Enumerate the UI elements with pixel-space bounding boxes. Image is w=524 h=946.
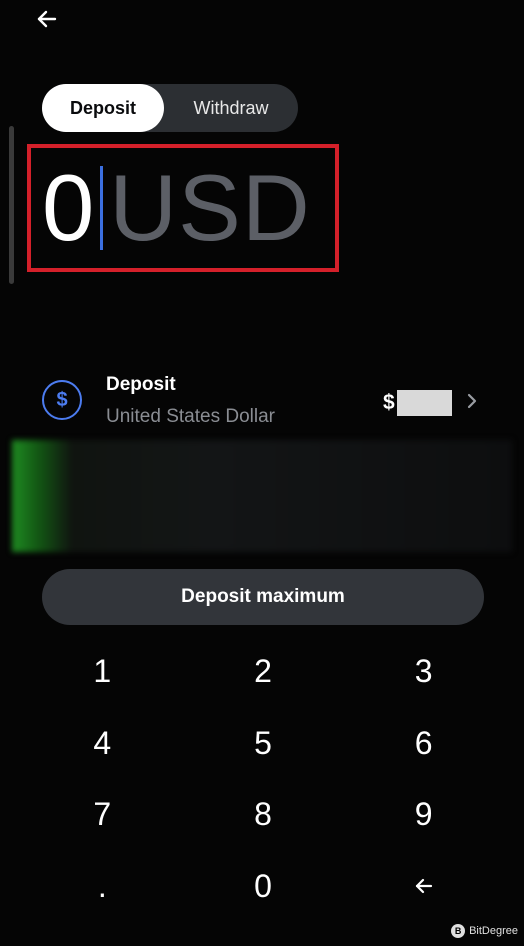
scroll-edge-indicator	[9, 126, 14, 284]
chevron-right-icon	[467, 393, 477, 409]
key-0[interactable]: 0	[183, 851, 344, 923]
key-6[interactable]: 6	[343, 708, 504, 780]
key-4[interactable]: 4	[22, 708, 183, 780]
key-9[interactable]: 9	[343, 779, 504, 851]
amount-currency: USD	[109, 155, 311, 260]
deposit-withdraw-toggle: Deposit Withdraw	[42, 84, 298, 132]
tab-withdraw[interactable]: Withdraw	[164, 84, 298, 132]
balance-prefix: $	[383, 391, 395, 414]
key-decimal[interactable]: .	[22, 851, 183, 923]
key-8[interactable]: 8	[183, 779, 344, 851]
deposit-screen: Deposit Withdraw 0 USD $ Deposit United …	[0, 0, 524, 946]
asset-subtitle: United States Dollar	[106, 406, 275, 427]
key-backspace[interactable]	[343, 851, 504, 923]
bitdegree-logo-icon: B	[451, 924, 466, 938]
key-1[interactable]: 1	[22, 636, 183, 708]
blurred-content-area	[12, 440, 512, 552]
asset-title: Deposit	[106, 374, 176, 395]
key-2[interactable]: 2	[183, 636, 344, 708]
back-button[interactable]	[30, 2, 64, 36]
amount-value: 0	[42, 155, 95, 260]
dollar-icon: $	[42, 380, 82, 420]
key-5[interactable]: 5	[183, 708, 344, 780]
key-3[interactable]: 3	[343, 636, 504, 708]
tab-deposit[interactable]: Deposit	[42, 84, 164, 132]
asset-selector-row[interactable]: $ Deposit United States Dollar $	[0, 368, 524, 438]
deposit-maximum-button[interactable]: Deposit maximum	[42, 569, 484, 625]
amount-display[interactable]: 0 USD	[42, 160, 311, 256]
backspace-arrow-icon	[415, 879, 432, 894]
asset-balance: $	[383, 390, 452, 416]
key-7[interactable]: 7	[22, 779, 183, 851]
arrow-left-icon	[37, 10, 57, 28]
watermark: B BitDegree	[451, 924, 518, 938]
text-cursor	[100, 166, 104, 250]
redacted-balance	[396, 390, 452, 416]
numeric-keypad: 1 2 3 4 5 6 7 8 9 . 0	[22, 636, 504, 922]
watermark-text: BitDegree	[469, 925, 518, 937]
